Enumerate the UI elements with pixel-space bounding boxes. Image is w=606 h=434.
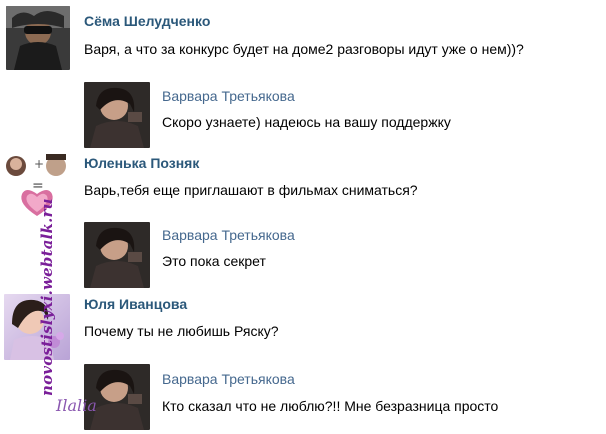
comment-author[interactable]: Юленька Позняк <box>84 154 199 172</box>
comment-text: Варь,тебя еще приглашают в фильмах снима… <box>84 182 418 198</box>
avatar[interactable] <box>6 6 70 70</box>
comment-author[interactable]: Юля Иванцова <box>84 295 187 313</box>
comment-author[interactable]: Варвара Третьякова <box>162 226 295 244</box>
comment-author[interactable]: Варвара Третьякова <box>162 87 295 105</box>
comment-text: Скоро узнаете) надеюсь на вашу поддержку <box>162 114 451 130</box>
avatar[interactable]: + = <box>4 154 70 220</box>
avatar[interactable] <box>84 222 150 288</box>
comment-author[interactable]: Сёма Шелудченко <box>84 12 210 30</box>
comment-text: Почему ты не любишь Ряску? <box>84 323 279 339</box>
avatar[interactable] <box>84 82 150 148</box>
comment-text: Кто сказал что не люблю?!! Мне безразниц… <box>162 398 499 414</box>
avatar-image <box>6 6 70 70</box>
avatar-image <box>4 294 70 360</box>
avatar-image: + = <box>4 154 70 220</box>
comment-text: Это пока секрет <box>162 253 266 269</box>
avatar[interactable] <box>4 294 70 360</box>
avatar-image <box>84 222 150 288</box>
comment-text: Варя, а что за конкурс будет на доме2 ра… <box>84 41 524 57</box>
signature: Ilalia <box>56 396 97 415</box>
svg-text:+: + <box>34 157 44 171</box>
avatar-image <box>84 82 150 148</box>
comment-author[interactable]: Варвара Третьякова <box>162 370 295 388</box>
